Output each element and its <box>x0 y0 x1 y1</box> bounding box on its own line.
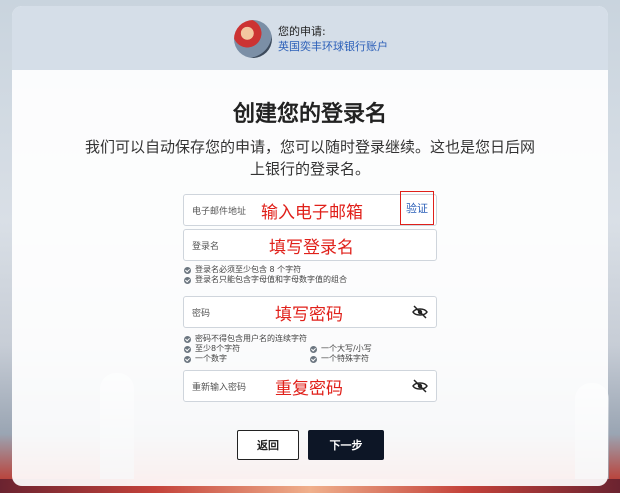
email-field-label: 电子邮件地址 <box>192 207 247 217</box>
password-annotation: 填写密码 <box>275 305 343 325</box>
application-avatar <box>234 20 272 58</box>
confirm-password-field[interactable]: 重新输入密码 重复密码 <box>183 370 437 402</box>
check-icon <box>184 335 191 343</box>
password-rule: 至少8个字符 <box>184 344 310 354</box>
email-annotation: 输入电子邮箱 <box>261 203 363 223</box>
password-field[interactable]: 密码 填写密码 <box>183 296 437 328</box>
password-rule: 一个数字 <box>184 354 310 364</box>
page-description: 我们可以自动保存您的申请，您可以随时登录继续。这也是您日后网上银行的登录名。 <box>84 138 535 178</box>
username-rule: 登录名只能包含字母值和字母数字值的组合 <box>184 275 347 285</box>
check-icon <box>184 266 191 274</box>
application-label: 您的申请: <box>278 25 326 38</box>
username-field-label: 登录名 <box>192 242 220 252</box>
password-rule: 一个特殊字符 <box>310 354 372 364</box>
check-icon <box>184 345 191 353</box>
confirm-password-annotation: 重复密码 <box>275 379 343 399</box>
signup-card: 您的申请: 英国奕丰环球银行账户 创建您的登录名 我们可以自动保存您的申请，您可… <box>12 6 608 486</box>
check-icon <box>184 355 191 363</box>
password-rules: 密码不得包含用户名的连续字符 至少8个字符 一个数字 一个大写/小写 一个特殊字… <box>184 334 372 364</box>
password-field-label: 密码 <box>192 309 211 319</box>
check-icon <box>310 345 317 353</box>
page-title: 创建您的登录名 <box>232 102 387 127</box>
application-header: 您的申请: 英国奕丰环球银行账户 <box>12 6 608 70</box>
username-field[interactable]: 登录名 填写登录名 <box>183 229 437 261</box>
password-rule: 密码不得包含用户名的连续字符 <box>184 334 372 344</box>
username-annotation: 填写登录名 <box>269 238 354 258</box>
confirm-password-field-label: 重新输入密码 <box>192 383 247 393</box>
back-button[interactable]: 返回 <box>237 430 299 460</box>
check-icon <box>184 276 191 284</box>
check-icon <box>310 355 317 363</box>
next-button[interactable]: 下一步 <box>308 430 384 460</box>
verify-email-button[interactable]: 验证 <box>400 191 434 225</box>
email-field[interactable]: 电子邮件地址 输入电子邮箱 <box>183 194 437 226</box>
hide-password-icon[interactable] <box>412 304 428 320</box>
username-rule: 登录名必须至少包含 8 个字符 <box>184 265 347 275</box>
application-name-link[interactable]: 英国奕丰环球银行账户 <box>278 38 388 54</box>
username-rules: 登录名必须至少包含 8 个字符 登录名只能包含字母值和字母数字值的组合 <box>184 265 347 285</box>
hide-confirm-password-icon[interactable] <box>412 378 428 394</box>
password-rule: 一个大写/小写 <box>310 344 372 354</box>
